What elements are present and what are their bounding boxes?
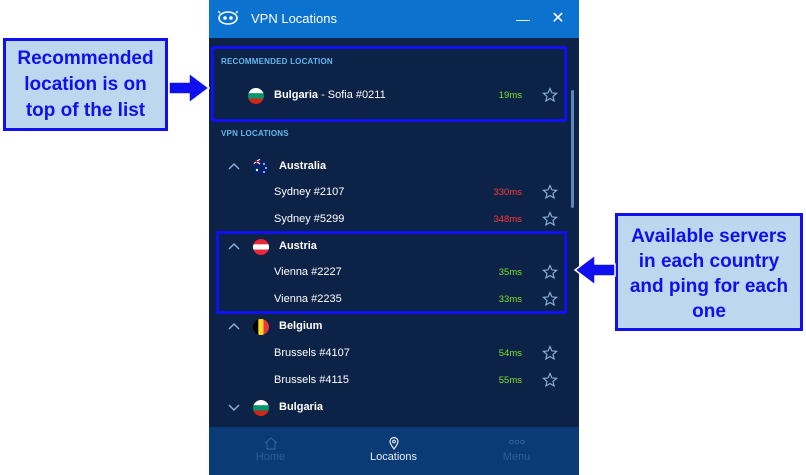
callout-line: Available servers [631, 226, 787, 247]
favorite-star-icon[interactable] [542, 345, 558, 361]
server-ping: 348ms [493, 214, 522, 225]
nav-home-label: Home [255, 451, 286, 463]
country-label: Belgium [279, 320, 322, 332]
title-bar: VPN Locations — ✕ [209, 0, 579, 38]
server-ping: 55ms [498, 375, 522, 386]
arrow-right-icon [168, 71, 211, 105]
country-row-belgium[interactable]: Belgium [209, 314, 579, 340]
favorite-star-icon[interactable] [542, 211, 558, 227]
bottom-navigation: Home Locations Menu [209, 427, 579, 475]
recommended-callout: Recommended location is on top of the li… [3, 38, 168, 131]
server-row[interactable]: Brussels #4107 54ms [209, 341, 579, 367]
servers-highlight-box [216, 231, 567, 314]
server-name: Brussels #4107 [274, 347, 350, 359]
callout-line: top of the list [25, 100, 146, 121]
country-name: Bulgaria [279, 401, 324, 413]
callout-line: location is on [24, 74, 147, 95]
country-label: Australia [279, 160, 326, 172]
nav-menu[interactable]: Menu [455, 427, 578, 475]
server-name: Brussels #4115 [274, 374, 350, 386]
recommended-highlight-box [211, 46, 567, 122]
callout-line: and ping for each [629, 276, 789, 297]
callout-line: Recommended [17, 48, 154, 69]
country-name: Belgium [279, 320, 323, 332]
minimize-button[interactable]: — [512, 8, 534, 30]
server-name: Sydney #2107 [274, 186, 345, 198]
server-ping: 54ms [498, 348, 522, 359]
nav-locations-label: Locations [369, 451, 418, 463]
server-row[interactable]: Sydney #5299 348ms [209, 207, 579, 233]
bulgaria-flag-icon [253, 400, 269, 416]
server-row[interactable]: Brussels #4115 55ms [209, 368, 579, 394]
location-pin-icon [388, 436, 399, 450]
nav-locations[interactable]: Locations [332, 427, 455, 475]
country-row-australia[interactable]: Australia [209, 154, 579, 180]
callout-line: in each country [638, 251, 780, 272]
app-logo-icon [218, 11, 238, 25]
server-name: Sydney #5299 [274, 213, 345, 225]
chevron-up-icon[interactable] [227, 160, 241, 172]
menu-dots-icon [508, 439, 525, 445]
nav-home[interactable]: Home [209, 427, 332, 475]
close-button[interactable]: ✕ [547, 8, 569, 30]
chevron-down-icon[interactable] [227, 401, 241, 413]
server-ping: 330ms [493, 187, 522, 198]
servers-callout: Available servers in each country and pi… [615, 213, 803, 331]
favorite-star-icon[interactable] [542, 184, 558, 200]
nav-menu-label: Menu [502, 451, 531, 463]
australia-flag-icon [253, 159, 269, 175]
belgium-flag-icon [253, 319, 269, 335]
vpn-locations-section-header: VPN LOCATIONS [221, 129, 289, 138]
window-title: VPN Locations [251, 11, 337, 26]
scrollbar[interactable] [571, 90, 574, 208]
screenshot-stage: VPN Locations — ✕ RECOMMENDED LOCATION B… [0, 0, 806, 475]
home-icon [264, 437, 277, 450]
callout-line: one [692, 301, 726, 322]
chevron-up-icon[interactable] [227, 320, 241, 332]
country-label: Bulgaria [279, 401, 323, 413]
favorite-star-icon[interactable] [542, 372, 558, 388]
server-row[interactable]: Sydney #2107 330ms [209, 180, 579, 206]
country-row-bulgaria[interactable]: Bulgaria [209, 395, 579, 421]
arrow-left-icon [573, 253, 616, 287]
country-name: Australia [279, 160, 327, 172]
